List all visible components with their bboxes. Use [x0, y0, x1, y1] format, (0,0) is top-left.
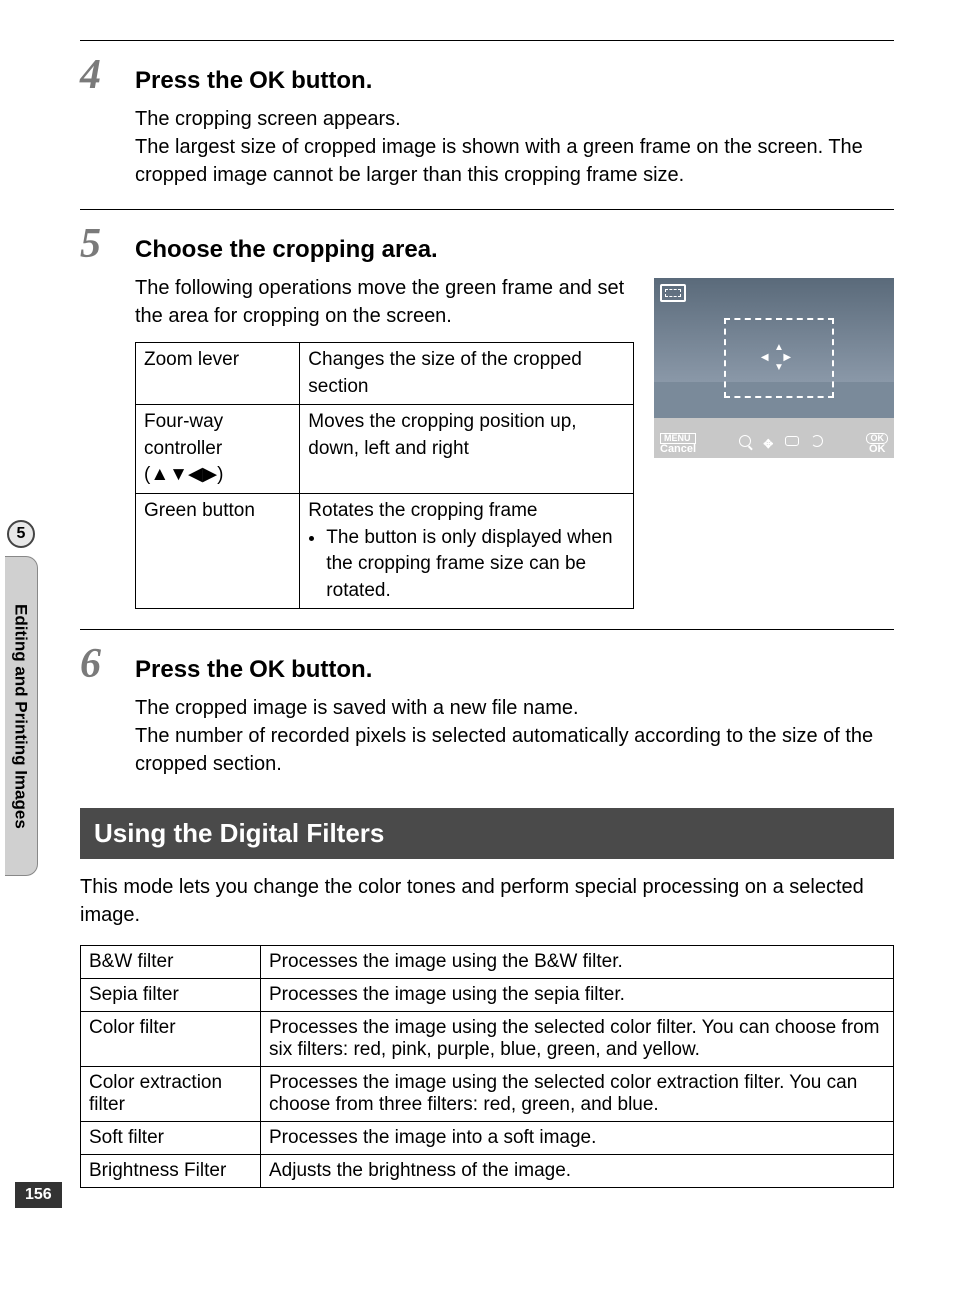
zoom-lever-label: Zoom lever	[136, 343, 300, 405]
table-row: Zoom lever Changes the size of the cropp…	[136, 343, 634, 405]
step-4: 4 Press the OK button. The cropping scre…	[80, 40, 894, 189]
filter-desc: Processes the image into a soft image.	[261, 1122, 894, 1155]
step-6-title: Press the OK button.	[135, 656, 372, 684]
crop-mode-icon	[660, 284, 686, 302]
step-5-intro: The following operations move the green …	[135, 274, 634, 330]
digital-filters-header: Using the Digital Filters	[80, 808, 894, 859]
step-4-number: 4	[80, 51, 115, 99]
ok-label: OK	[869, 444, 886, 455]
crop-arrows-icon: ▲ ◀ ▶ ▼	[761, 343, 797, 373]
step-4-title: Press the OK button.	[135, 67, 372, 95]
step-6-title-prefix: Press the	[135, 656, 243, 684]
filter-name: Soft filter	[81, 1122, 261, 1155]
filter-name: Sepia filter	[81, 979, 261, 1012]
step-4-title-suffix: button.	[291, 67, 372, 95]
step-6-body-line-2: The number of recorded pixels is selecte…	[135, 722, 894, 778]
chapter-number-badge: 5	[7, 520, 35, 548]
ok-button-label-icon: OK	[249, 67, 285, 95]
zoom-icon	[739, 435, 751, 452]
preview-bottom-bar: MENU Cancel ✥ OK OK	[654, 430, 894, 458]
step-5-number: 5	[80, 220, 115, 268]
filter-desc: Processes the image using the selected c…	[261, 1012, 894, 1067]
chapter-title-vertical: Editing and Printing Images	[5, 556, 38, 876]
rotate-icon	[811, 435, 823, 452]
digital-filters-intro: This mode lets you change the color tone…	[80, 873, 894, 929]
side-tab: 5 Editing and Printing Images	[0, 520, 42, 876]
cancel-label: Cancel	[660, 444, 696, 455]
digital-filters-table: B&W filter Processes the image using the…	[80, 945, 894, 1188]
filter-name: Brightness Filter	[81, 1155, 261, 1188]
step-4-body-line-1: The cropping screen appears.	[135, 105, 894, 133]
table-row: Sepia filter Processes the image using t…	[81, 979, 894, 1012]
filter-desc: Adjusts the brightness of the image.	[261, 1155, 894, 1188]
table-row: Color extraction filter Processes the im…	[81, 1067, 894, 1122]
table-row: B&W filter Processes the image using the…	[81, 946, 894, 979]
step-5-title: Choose the cropping area.	[135, 236, 438, 264]
move-icon: ✥	[763, 436, 773, 453]
table-row: Brightness Filter Adjusts the brightness…	[81, 1155, 894, 1188]
table-row: Color filter Processes the image using t…	[81, 1012, 894, 1067]
table-row: Green button Rotates the cropping frame …	[136, 493, 634, 608]
step-5: 5 Choose the cropping area. The followin…	[80, 209, 894, 609]
green-button-desc-main: Rotates the cropping frame	[308, 500, 537, 521]
table-row: Soft filter Processes the image into a s…	[81, 1122, 894, 1155]
table-row: Four-way controller (▲▼◀▶) Moves the cro…	[136, 405, 634, 494]
filter-name: Color extraction filter	[81, 1067, 261, 1122]
cropping-preview-image: ▲ ◀ ▶ ▼ MENU Cancel ✥	[654, 278, 894, 458]
filter-desc: Processes the image using the selected c…	[261, 1067, 894, 1122]
green-button-desc: Rotates the cropping frame The button is…	[300, 493, 634, 608]
crop-frame: ▲ ◀ ▶ ▼	[724, 318, 834, 398]
page-number: 156	[15, 1182, 62, 1208]
filter-name: B&W filter	[81, 946, 261, 979]
filter-desc: Processes the image using the B&W filter…	[261, 946, 894, 979]
step-6: 6 Press the OK button. The cropped image…	[80, 629, 894, 778]
step-6-title-suffix: button.	[291, 656, 372, 684]
green-button-icon	[785, 436, 799, 451]
green-button-label: Green button	[136, 493, 300, 608]
green-button-desc-note: The button is only displayed when the cr…	[326, 525, 625, 605]
filter-name: Color filter	[81, 1012, 261, 1067]
step-4-title-prefix: Press the	[135, 67, 243, 95]
cropping-controls-table: Zoom lever Changes the size of the cropp…	[135, 342, 634, 609]
step-4-body-line-2: The largest size of cropped image is sho…	[135, 133, 894, 189]
four-way-controller-desc: Moves the cropping position up, down, le…	[300, 405, 634, 494]
ok-button-label-icon: OK	[249, 656, 285, 684]
step-6-body-line-1: The cropped image is saved with a new fi…	[135, 694, 894, 722]
four-way-controller-label: Four-way controller (▲▼◀▶)	[136, 405, 300, 494]
filter-desc: Processes the image using the sepia filt…	[261, 979, 894, 1012]
step-6-number: 6	[80, 640, 115, 688]
zoom-lever-desc: Changes the size of the cropped section	[300, 343, 634, 405]
